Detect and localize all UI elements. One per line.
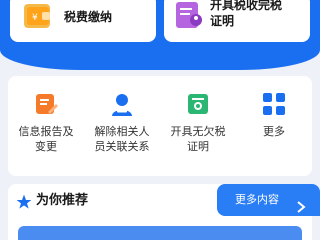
service-label: 更多 (263, 125, 285, 138)
svg-text:¥: ¥ (32, 13, 38, 23)
report-edit-icon (34, 92, 58, 116)
tax-clearance-label-line1: 开具税收完税 (210, 0, 283, 12)
chevron-right-icon (296, 194, 306, 213)
service-label: 开具无欠税 证明 (170, 125, 226, 153)
service-label: 解除相关人 员关联关系 (94, 125, 150, 153)
grid-more-icon (262, 92, 286, 116)
service-label: 信息报告及 变更 (18, 125, 74, 153)
more-content-label: 更多内容 (235, 193, 279, 206)
service-no-arrears-cert[interactable]: 开具无欠税 证明 (160, 76, 236, 176)
wallet-yen-icon: ¥ (24, 4, 54, 32)
tax-clearance-card[interactable]: 开具税收完税 证明 (164, 0, 310, 42)
recommend-title: 为你推荐 (36, 193, 89, 208)
tax-payment-card[interactable]: ¥ 税费缴纳 (10, 0, 156, 42)
tax-clearance-label-line2: 证明 (210, 14, 235, 28)
certificate-icon (186, 92, 210, 116)
star-icon (16, 194, 32, 210)
document-person-icon (174, 0, 204, 30)
service-grid: 信息报告及 变更 解除相关人 员关联关系 开具无欠税 证明 更多 (8, 76, 312, 176)
service-remove-relation[interactable]: 解除相关人 员关联关系 (84, 76, 160, 176)
recommend-section: 为你推荐 更多内容 (8, 184, 320, 240)
person-remove-icon (110, 92, 134, 116)
recommend-banner[interactable] (18, 226, 302, 240)
service-more[interactable]: 更多 (236, 76, 312, 176)
tax-payment-label: 税费缴纳 (64, 10, 113, 24)
more-content-button[interactable]: 更多内容 (217, 184, 320, 216)
service-info-report[interactable]: 信息报告及 变更 (8, 76, 84, 176)
